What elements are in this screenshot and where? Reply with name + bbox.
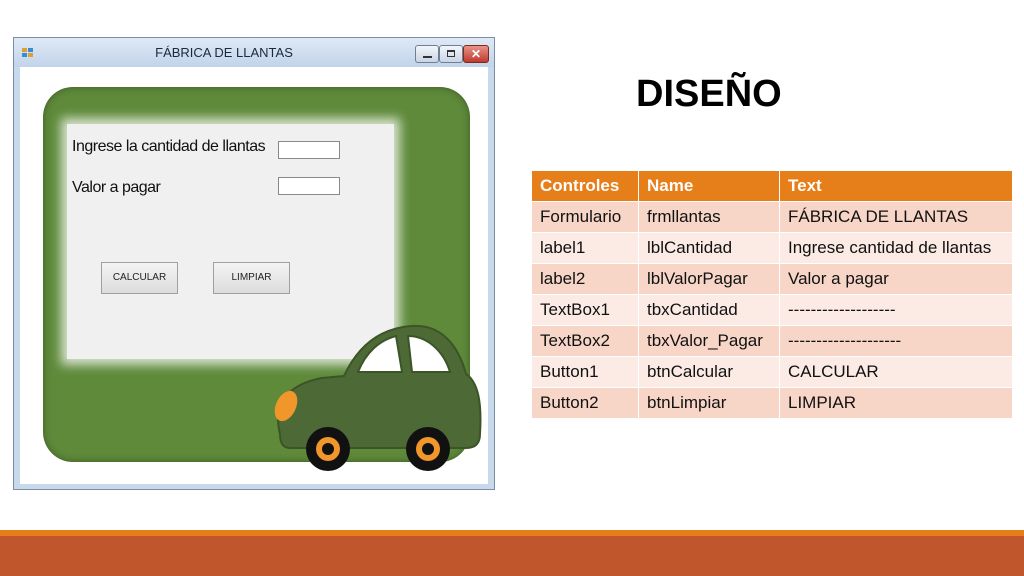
cell-name: tbxCantidad [638, 294, 780, 326]
maximize-icon [447, 50, 455, 57]
table-row: Button2 btnLimpiar LIMPIAR [531, 387, 1013, 419]
cell-name: btnCalcular [638, 356, 780, 388]
window-titlebar[interactable]: FÁBRICA DE LLANTAS ✕ [14, 38, 494, 67]
slide-heading: DISEÑO [636, 73, 782, 115]
cell-control: label2 [531, 263, 639, 295]
cell-control: TextBox2 [531, 325, 639, 357]
close-button[interactable]: ✕ [463, 45, 489, 63]
cell-text: LIMPIAR [779, 387, 1013, 419]
cell-control: label1 [531, 232, 639, 264]
table-row: TextBox1 tbxCantidad ------------------- [531, 294, 1013, 326]
cell-name: lblCantidad [638, 232, 780, 264]
cell-control: TextBox1 [531, 294, 639, 326]
cell-control: Formulario [531, 201, 639, 233]
minimize-button[interactable] [415, 45, 439, 63]
close-icon: ✕ [470, 47, 482, 61]
car-illustration [274, 324, 482, 471]
table-row: TextBox2 tbxValor_Pagar ----------------… [531, 325, 1013, 357]
header-name: Name [638, 170, 780, 202]
label-cantidad: Ingrese la cantidad de llantas [72, 138, 266, 155]
cell-text: Ingrese cantidad de llantas [779, 232, 1013, 264]
cell-control: Button1 [531, 356, 639, 388]
cell-control: Button2 [531, 387, 639, 419]
limpiar-button[interactable]: LIMPIAR [213, 262, 290, 294]
window-title: FÁBRICA DE LLANTAS [155, 45, 293, 60]
table-row: Button1 btnCalcular CALCULAR [531, 356, 1013, 388]
cantidad-input[interactable] [278, 141, 340, 159]
cell-text: Valor a pagar [779, 263, 1013, 295]
cell-name: frmllantas [638, 201, 780, 233]
table-row: label2 lblValorPagar Valor a pagar [531, 263, 1013, 295]
table-row: label1 lblCantidad Ingrese cantidad de l… [531, 232, 1013, 264]
calcular-button[interactable]: CALCULAR [101, 262, 178, 294]
table-row: Formulario frmllantas FÁBRICA DE LLANTAS [531, 201, 1013, 233]
cell-text: FÁBRICA DE LLANTAS [779, 201, 1013, 233]
footer-band [0, 536, 1024, 576]
maximize-button[interactable] [439, 45, 463, 63]
minimize-icon [423, 56, 432, 58]
cell-name: btnLimpiar [638, 387, 780, 419]
header-text: Text [779, 170, 1013, 202]
cell-text: ------------------- [779, 294, 1013, 326]
label-valor-pagar: Valor a pagar [72, 179, 161, 196]
cell-text: -------------------- [779, 325, 1013, 357]
cell-name: tbxValor_Pagar [638, 325, 780, 357]
table-header-row: Controles Name Text [531, 170, 1013, 202]
cell-text: CALCULAR [779, 356, 1013, 388]
header-controles: Controles [531, 170, 639, 202]
cell-name: lblValorPagar [638, 263, 780, 295]
valor-pagar-input[interactable] [278, 177, 340, 195]
controls-table: Controles Name Text Formulario frmllanta… [531, 170, 1013, 419]
